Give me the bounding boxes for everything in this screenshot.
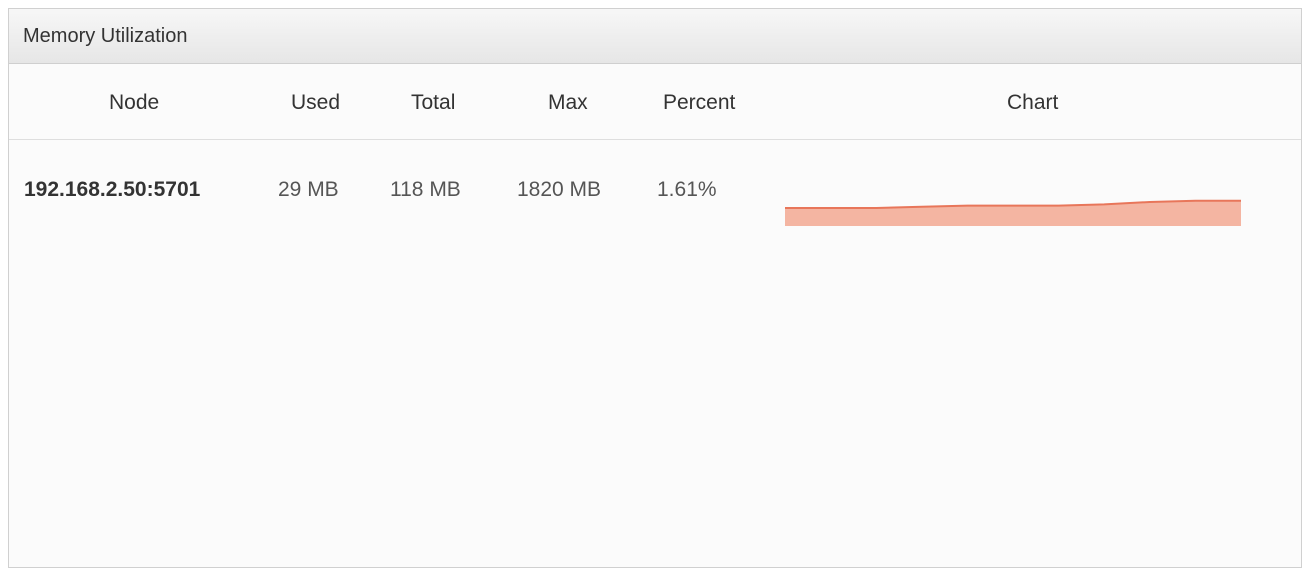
table-row[interactable]: 192.168.2.50:5701 29 MB 118 MB 1820 MB 1… [9, 140, 1301, 260]
percent-value: 1.61% [657, 178, 717, 201]
memory-sparkline-chart [785, 199, 1241, 226]
sparkline-area [785, 200, 1241, 226]
column-header-node[interactable]: Node [109, 91, 159, 115]
column-header-percent[interactable]: Percent [663, 91, 735, 115]
panel-title: Memory Utilization [23, 24, 188, 47]
used-value: 29 MB [278, 178, 339, 201]
max-value: 1820 MB [517, 178, 602, 201]
column-header-chart[interactable]: Chart [1007, 91, 1058, 115]
node-address[interactable]: 192.168.2.50:5701 [24, 178, 200, 202]
total-value: 118 MB [390, 178, 461, 201]
panel-header: Memory Utilization [9, 9, 1301, 64]
memory-utilization-panel: Memory Utilization Node Used Total Max P… [8, 8, 1302, 568]
column-header-total[interactable]: Total [411, 91, 455, 115]
column-header-used[interactable]: Used [291, 91, 340, 115]
table-header: Node Used Total Max Percent Chart [9, 64, 1301, 140]
column-header-max[interactable]: Max [548, 91, 588, 115]
